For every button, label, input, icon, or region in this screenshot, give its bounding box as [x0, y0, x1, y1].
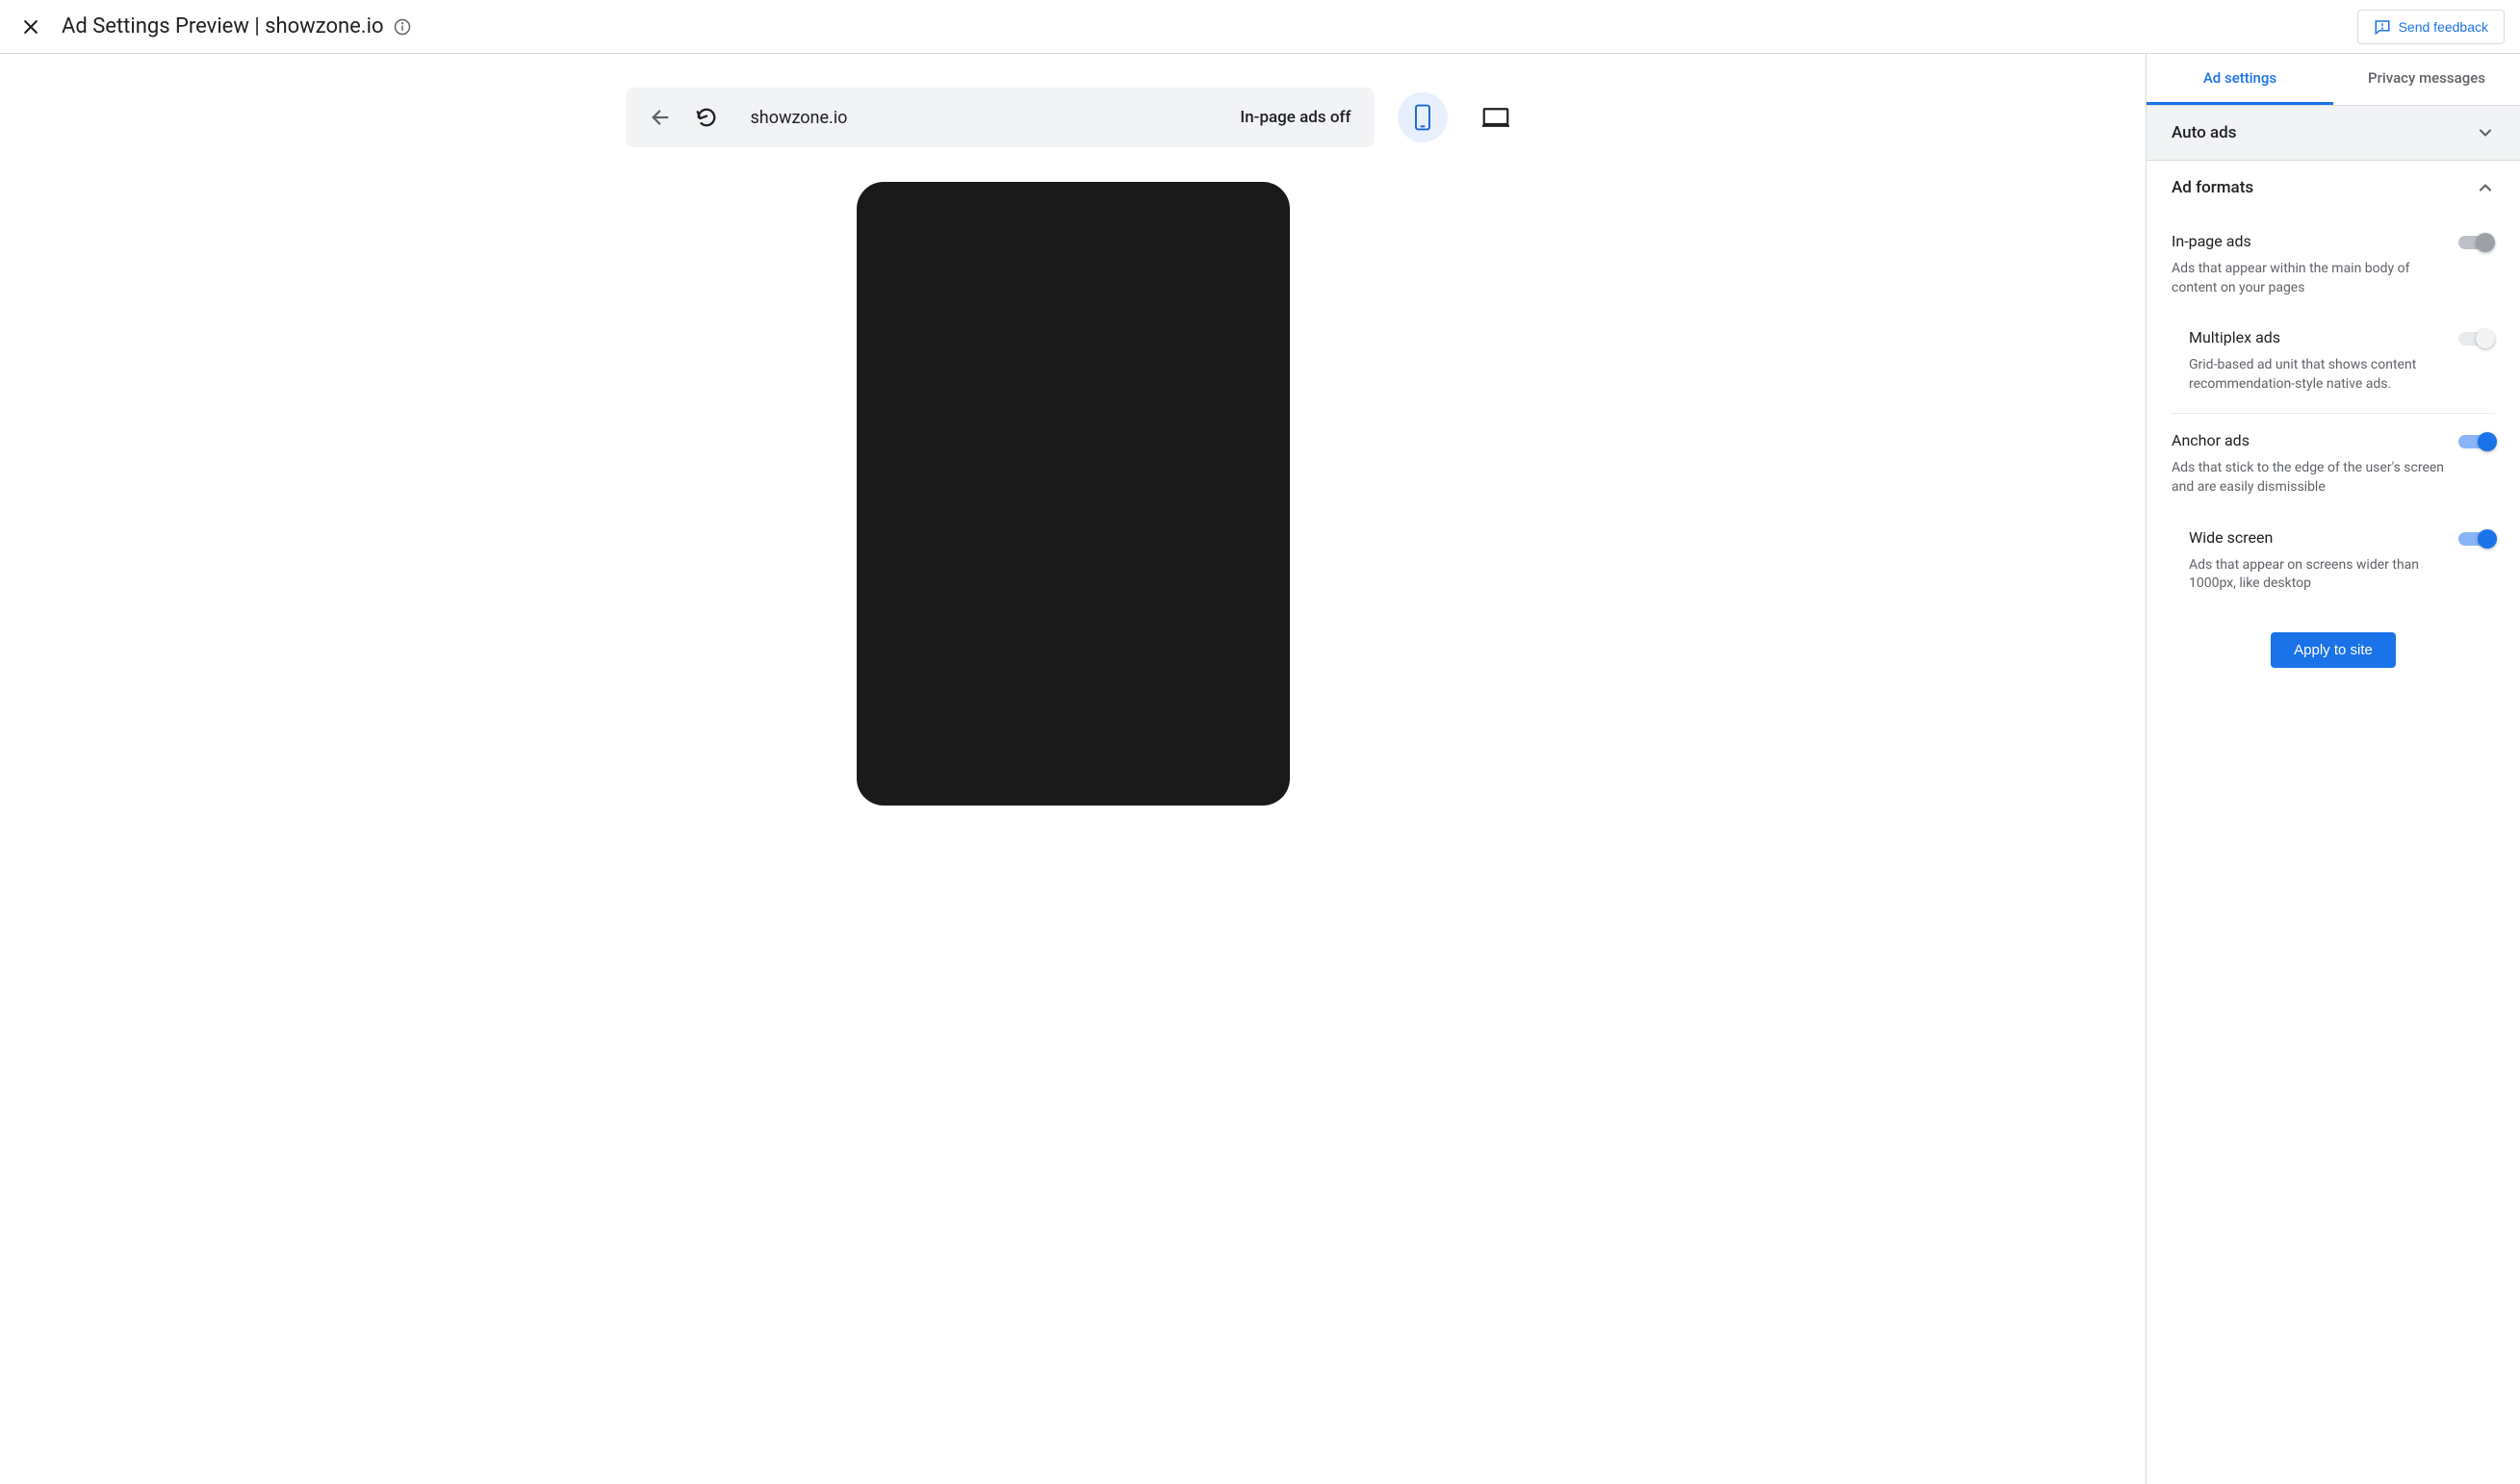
in-page-ads-title: In-page ads [2172, 232, 2447, 250]
desktop-view-button[interactable] [1471, 92, 1521, 142]
ads-status: In-page ads off [1240, 108, 1350, 127]
preview-area: showzone.io In-page ads off [0, 54, 2147, 1484]
settings-sidebar: Ad settings Privacy messages Auto ads Ad… [2147, 54, 2520, 1484]
url-bar: showzone.io In-page ads off [626, 88, 1375, 147]
page-title: Ad Settings Preview | showzone.io [62, 14, 411, 38]
in-page-ads-desc: Ads that appear within the main body of … [2172, 260, 2447, 297]
auto-ads-section-header[interactable]: Auto ads [2147, 106, 2520, 161]
multiplex-ads-title: Multiplex ads [2189, 328, 2447, 346]
chevron-up-icon [2476, 178, 2495, 197]
ad-formats-section-body: In-page ads Ads that appear within the m… [2147, 215, 2520, 676]
close-icon [21, 17, 40, 37]
page-title-text: Ad Settings Preview | showzone.io [62, 14, 384, 38]
back-button[interactable] [649, 106, 672, 129]
reload-icon [696, 107, 717, 128]
wide-screen-desc: Ads that appear on screens wider than 10… [2189, 556, 2447, 594]
in-page-ads-setting: In-page ads Ads that appear within the m… [2172, 215, 2495, 305]
sidebar-tabs: Ad settings Privacy messages [2147, 54, 2520, 106]
multiplex-ads-setting: Multiplex ads Grid-based ad unit that sh… [2172, 305, 2495, 414]
toggle-thumb [2478, 432, 2497, 451]
ad-formats-section-header[interactable]: Ad formats [2147, 161, 2520, 215]
arrow-left-icon [650, 107, 671, 128]
wide-screen-toggle[interactable] [2458, 532, 2495, 546]
phone-preview-frame [857, 182, 1290, 806]
send-feedback-button[interactable]: Send feedback [2357, 10, 2505, 44]
info-icon[interactable] [394, 18, 411, 36]
page-header: Ad Settings Preview | showzone.io Send f… [0, 0, 2520, 54]
anchor-ads-desc: Ads that stick to the edge of the user's… [2172, 459, 2447, 497]
apply-row: Apply to site [2172, 613, 2495, 676]
feedback-icon [2374, 18, 2391, 36]
multiplex-ads-desc: Grid-based ad unit that shows content re… [2189, 356, 2447, 394]
chevron-down-icon [2476, 123, 2495, 142]
auto-ads-title: Auto ads [2172, 123, 2236, 142]
url-bar-row: showzone.io In-page ads off [626, 88, 1521, 147]
anchor-ads-title: Anchor ads [2172, 431, 2447, 449]
feedback-label: Send feedback [2399, 19, 2488, 35]
mobile-view-button[interactable] [1398, 92, 1448, 142]
toggle-thumb [2476, 329, 2495, 348]
mobile-icon [1413, 104, 1432, 131]
tab-privacy-messages[interactable]: Privacy messages [2333, 54, 2520, 105]
close-button[interactable] [19, 15, 42, 38]
url-text[interactable]: showzone.io [741, 108, 1218, 128]
anchor-ads-toggle[interactable] [2458, 435, 2495, 448]
multiplex-ads-toggle[interactable] [2458, 332, 2495, 345]
tab-ad-settings[interactable]: Ad settings [2147, 54, 2333, 105]
toggle-thumb [2476, 233, 2495, 252]
main-container: showzone.io In-page ads off Ad settings … [0, 54, 2520, 1484]
header-left: Ad Settings Preview | showzone.io [19, 14, 411, 38]
ad-formats-title: Ad formats [2172, 178, 2253, 197]
toggle-thumb [2478, 529, 2497, 549]
wide-screen-setting: Wide screen Ads that appear on screens w… [2172, 505, 2495, 613]
anchor-ads-setting: Anchor ads Ads that stick to the edge of… [2172, 414, 2495, 504]
apply-to-site-button[interactable]: Apply to site [2271, 632, 2396, 668]
reload-button[interactable] [695, 106, 718, 129]
desktop-icon [1482, 107, 1509, 128]
in-page-ads-toggle[interactable] [2458, 236, 2495, 249]
wide-screen-title: Wide screen [2189, 528, 2447, 547]
